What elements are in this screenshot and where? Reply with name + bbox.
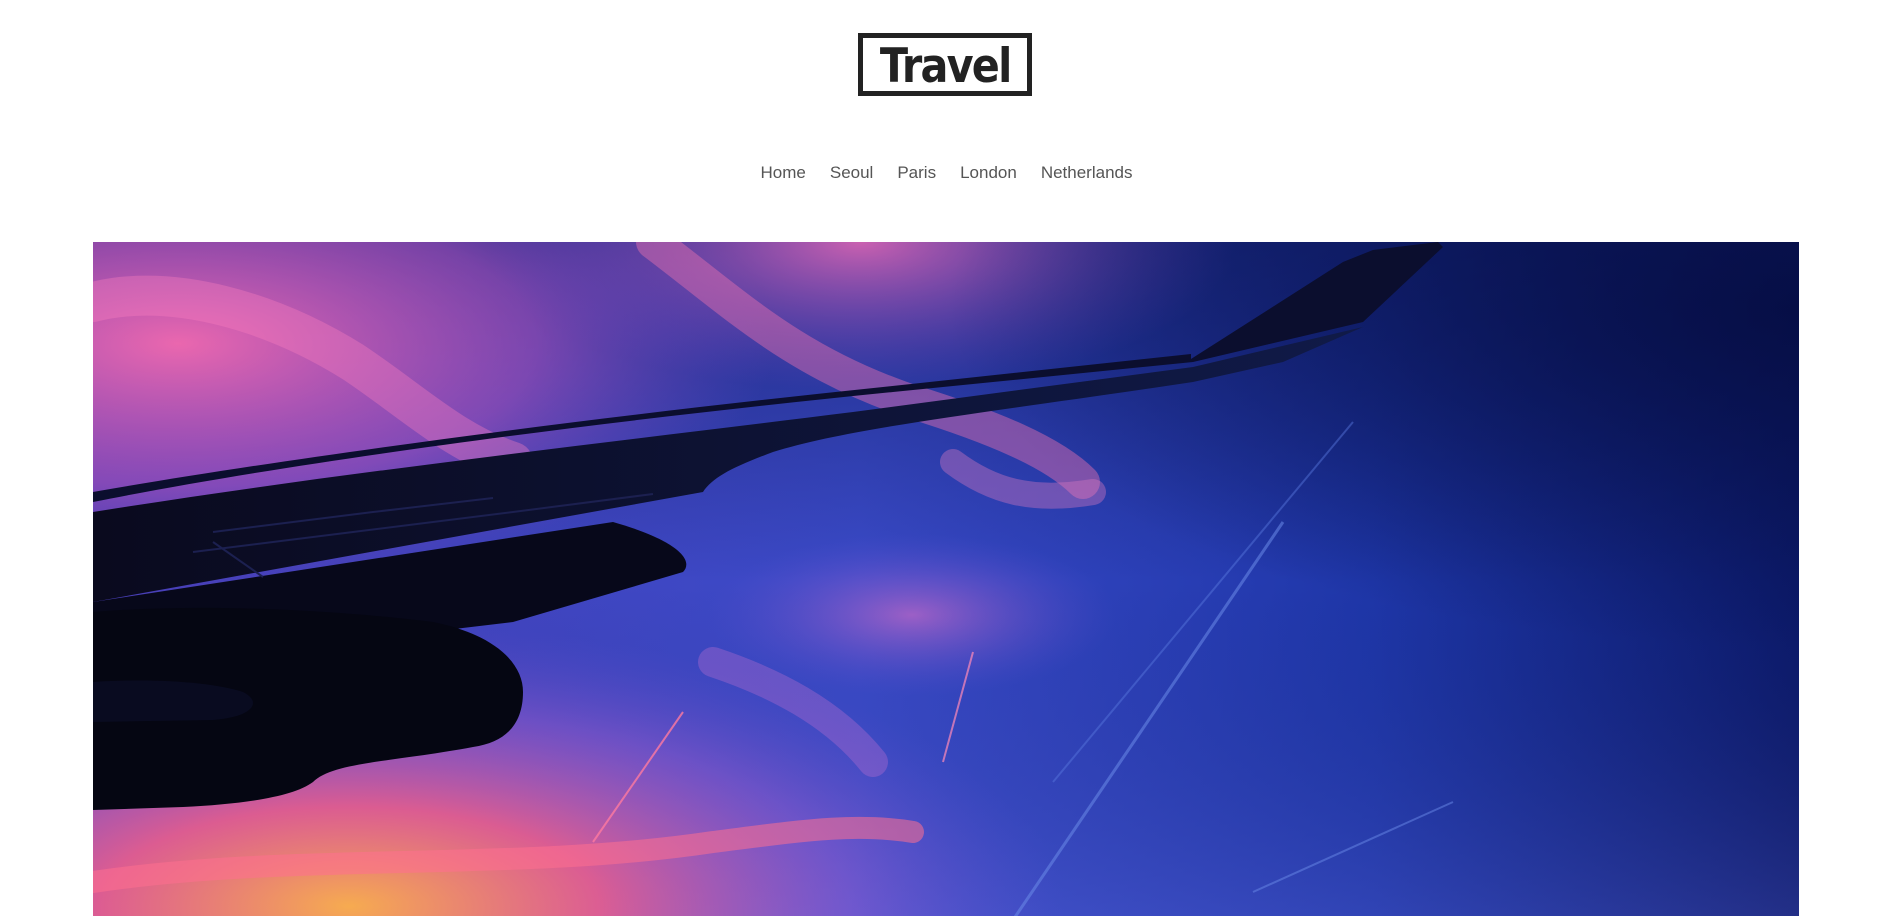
nav-item-netherlands[interactable]: Netherlands	[1029, 161, 1145, 185]
airplane-wing-sunset-image	[93, 242, 1799, 916]
nav-item-paris[interactable]: Paris	[885, 161, 948, 185]
site-logo[interactable]: Travel	[858, 33, 1032, 96]
nav-item-london[interactable]: London	[948, 161, 1029, 185]
site-logo-text: Travel	[879, 39, 1012, 94]
page: Travel Home Seoul Paris London Netherlan…	[0, 0, 1893, 916]
nav-item-seoul[interactable]: Seoul	[818, 161, 885, 185]
main-nav: Home Seoul Paris London Netherlands	[0, 161, 1893, 185]
hero-image	[93, 242, 1799, 916]
nav-item-home[interactable]: Home	[749, 161, 818, 185]
